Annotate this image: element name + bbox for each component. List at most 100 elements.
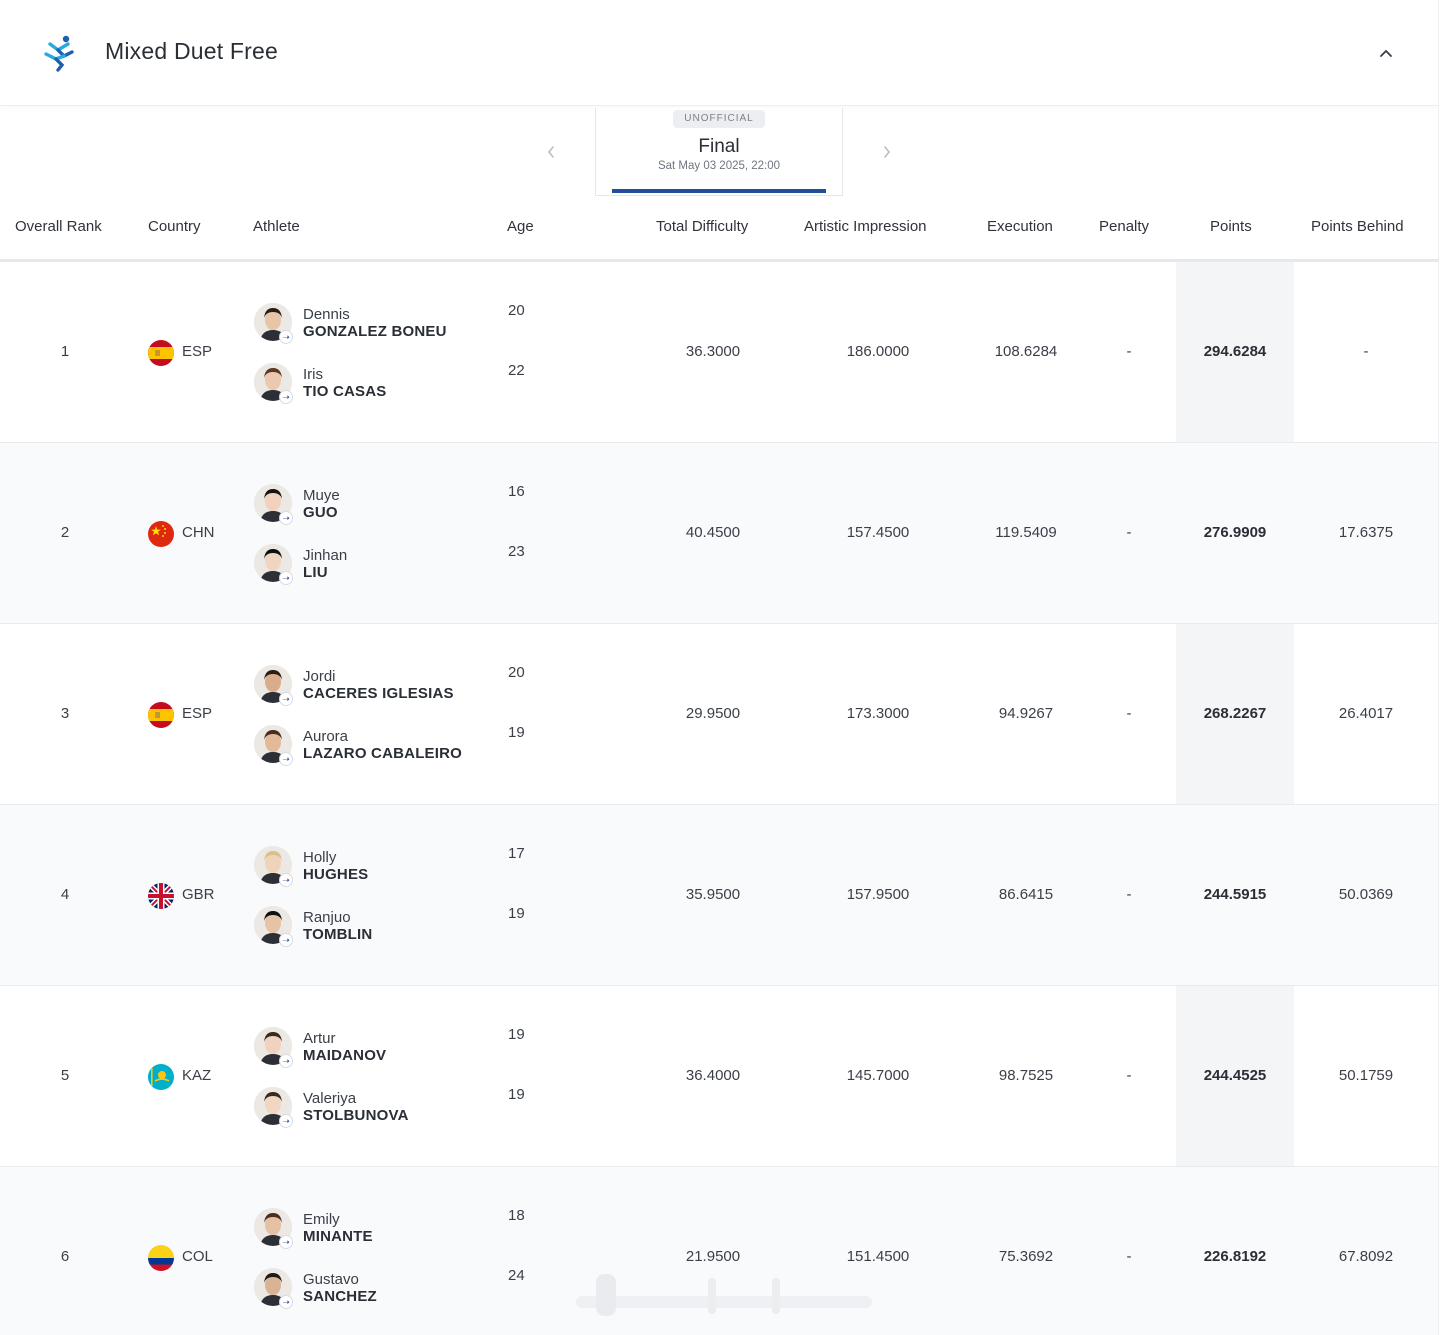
points-behind-cell: 17.6375 bbox=[1338, 524, 1394, 541]
country-code[interactable]: GBR bbox=[182, 886, 215, 903]
column-header-rank[interactable]: Overall Rank bbox=[15, 218, 102, 235]
penalty-cell: - bbox=[1126, 886, 1132, 903]
athlete-first-name[interactable]: Jinhan bbox=[303, 547, 347, 564]
athlete-last-name[interactable]: GONZALEZ BONEU bbox=[303, 323, 447, 340]
points-cell: 268.2267 bbox=[1203, 705, 1267, 722]
points-cell: 276.9909 bbox=[1203, 524, 1267, 541]
phase-name: Final bbox=[698, 136, 740, 157]
athlete-age: 19 bbox=[508, 724, 525, 741]
arrow-right-icon[interactable]: ➝ bbox=[279, 511, 293, 525]
athlete-last-name[interactable]: LIU bbox=[303, 564, 328, 581]
country-code[interactable]: CHN bbox=[182, 524, 215, 541]
country-code[interactable]: KAZ bbox=[182, 1067, 211, 1084]
athlete-age: 19 bbox=[508, 905, 525, 922]
athlete-first-name[interactable]: Valeriya bbox=[303, 1090, 356, 1107]
chevron-up-icon[interactable] bbox=[1372, 40, 1400, 66]
arrow-right-icon[interactable]: ➝ bbox=[279, 390, 293, 404]
athlete-first-name[interactable]: Dennis bbox=[303, 306, 350, 323]
phase-date: Sat May 03 2025, 22:00 bbox=[657, 160, 781, 172]
total-difficulty-cell: 35.9500 bbox=[685, 886, 741, 903]
table-row[interactable]: 5 KAZ ➝ Artur MAIDANOV 19 ➝ Valeriya STOLBUNOVA 1… bbox=[0, 986, 1438, 1167]
arrow-right-icon[interactable]: ➝ bbox=[279, 571, 293, 585]
athlete-age: 22 bbox=[508, 362, 525, 379]
flag-col-icon bbox=[148, 1245, 174, 1271]
athlete-first-name[interactable]: Iris bbox=[303, 366, 323, 383]
flag-chn-icon bbox=[148, 521, 174, 547]
artistic-impression-cell: 186.0000 bbox=[846, 343, 910, 360]
arrow-right-icon[interactable]: ➝ bbox=[279, 330, 293, 344]
points-cell: 244.5915 bbox=[1203, 886, 1267, 903]
next-phase-chevron-right-icon[interactable] bbox=[877, 140, 897, 164]
artistic-impression-cell: 173.3000 bbox=[846, 705, 910, 722]
athlete-last-name[interactable]: SANCHEZ bbox=[303, 1288, 377, 1305]
column-header-country[interactable]: Country bbox=[148, 218, 201, 235]
scrollbar-track[interactable] bbox=[1438, 0, 1450, 1335]
scroll-indicator bbox=[576, 1274, 872, 1316]
arrow-right-icon[interactable]: ➝ bbox=[279, 933, 293, 947]
arrow-right-icon[interactable]: ➝ bbox=[279, 873, 293, 887]
arrow-right-icon[interactable]: ➝ bbox=[279, 1235, 293, 1249]
penalty-cell: - bbox=[1126, 524, 1132, 541]
points-cell: 226.8192 bbox=[1203, 1248, 1267, 1265]
athlete-first-name[interactable]: Muye bbox=[303, 487, 340, 504]
athlete-age: 24 bbox=[508, 1267, 525, 1284]
table-row[interactable]: 2 CHN ➝ Muye GUO 16 ➝ Jinhan LIU 23 40.4500 157.450… bbox=[0, 443, 1438, 624]
athlete-last-name[interactable]: LAZARO CABALEIRO bbox=[303, 745, 462, 762]
arrow-right-icon[interactable]: ➝ bbox=[279, 1114, 293, 1128]
athlete-last-name[interactable]: STOLBUNOVA bbox=[303, 1107, 409, 1124]
flag-esp-icon bbox=[148, 702, 174, 728]
athlete-first-name[interactable]: Gustavo bbox=[303, 1271, 359, 1288]
athlete-first-name[interactable]: Jordi bbox=[303, 668, 336, 685]
athlete-first-name[interactable]: Artur bbox=[303, 1030, 336, 1047]
column-header-points[interactable]: Points bbox=[1210, 218, 1252, 235]
phase-tab-final[interactable]: UNOFFICIAL Final Sat May 03 2025, 22:00 bbox=[595, 108, 843, 196]
athlete-last-name[interactable]: TOMBLIN bbox=[303, 926, 372, 943]
column-header-athlete[interactable]: Athlete bbox=[253, 218, 300, 235]
athlete-age: 16 bbox=[508, 483, 525, 500]
arrow-right-icon[interactable]: ➝ bbox=[279, 692, 293, 706]
athlete-last-name[interactable]: TIO CASAS bbox=[303, 383, 386, 400]
execution-cell: 75.3692 bbox=[998, 1248, 1054, 1265]
athlete-last-name[interactable]: MAIDANOV bbox=[303, 1047, 386, 1064]
athlete-last-name[interactable]: MINANTE bbox=[303, 1228, 373, 1245]
arrow-right-icon[interactable]: ➝ bbox=[279, 1054, 293, 1068]
flag-gbr-icon bbox=[148, 883, 174, 909]
table-row[interactable]: 4 GBR ➝ Holly HUGHES 17 ➝ Ranjuo TOMBLIN 19 35.950… bbox=[0, 805, 1438, 986]
artistic-impression-cell: 151.4500 bbox=[846, 1248, 910, 1265]
athlete-first-name[interactable]: Emily bbox=[303, 1211, 340, 1228]
column-header-points-behind[interactable]: Points Behind bbox=[1311, 218, 1404, 235]
penalty-cell: - bbox=[1126, 1067, 1132, 1084]
column-header-artistic-impression[interactable]: Artistic Impression bbox=[804, 218, 927, 235]
athlete-last-name[interactable]: GUO bbox=[303, 504, 338, 521]
total-difficulty-cell: 21.9500 bbox=[685, 1248, 741, 1265]
column-header-age[interactable]: Age bbox=[507, 218, 534, 235]
artistic-swimming-icon bbox=[44, 35, 74, 72]
rank-cell: 1 bbox=[60, 343, 70, 360]
column-header-execution[interactable]: Execution bbox=[987, 218, 1053, 235]
artistic-impression-cell: 157.4500 bbox=[846, 524, 910, 541]
rank-cell: 2 bbox=[60, 524, 70, 541]
athlete-last-name[interactable]: HUGHES bbox=[303, 866, 368, 883]
athlete-first-name[interactable]: Ranjuo bbox=[303, 909, 351, 926]
athlete-age: 20 bbox=[508, 664, 525, 681]
arrow-right-icon[interactable]: ➝ bbox=[279, 752, 293, 766]
athlete-first-name[interactable]: Aurora bbox=[303, 728, 348, 745]
athlete-first-name[interactable]: Holly bbox=[303, 849, 336, 866]
table-row[interactable]: 1 ESP ➝ Dennis GONZALEZ BONEU 20 ➝ Iris TIO CASA… bbox=[0, 262, 1438, 443]
column-header-penalty[interactable]: Penalty bbox=[1099, 218, 1149, 235]
country-code[interactable]: ESP bbox=[182, 705, 212, 722]
arrow-right-icon[interactable]: ➝ bbox=[279, 1295, 293, 1309]
table-row[interactable]: 3 ESP ➝ Jordi CACERES IGLESIAS 20 ➝ Aurora LAZAR… bbox=[0, 624, 1438, 805]
athlete-age: 19 bbox=[508, 1026, 525, 1043]
country-code[interactable]: ESP bbox=[182, 343, 212, 360]
athlete-last-name[interactable]: CACERES IGLESIAS bbox=[303, 685, 454, 702]
artistic-impression-cell: 145.7000 bbox=[846, 1067, 910, 1084]
country-code[interactable]: COL bbox=[182, 1248, 213, 1265]
athlete-age: 18 bbox=[508, 1207, 525, 1224]
points-cell: 244.4525 bbox=[1203, 1067, 1267, 1084]
active-tab-indicator bbox=[612, 189, 826, 193]
execution-cell: 86.6415 bbox=[998, 886, 1054, 903]
previous-phase-chevron-left-icon[interactable] bbox=[541, 140, 561, 164]
rank-cell: 5 bbox=[60, 1067, 70, 1084]
column-header-total-difficulty[interactable]: Total Difficulty bbox=[656, 218, 748, 235]
